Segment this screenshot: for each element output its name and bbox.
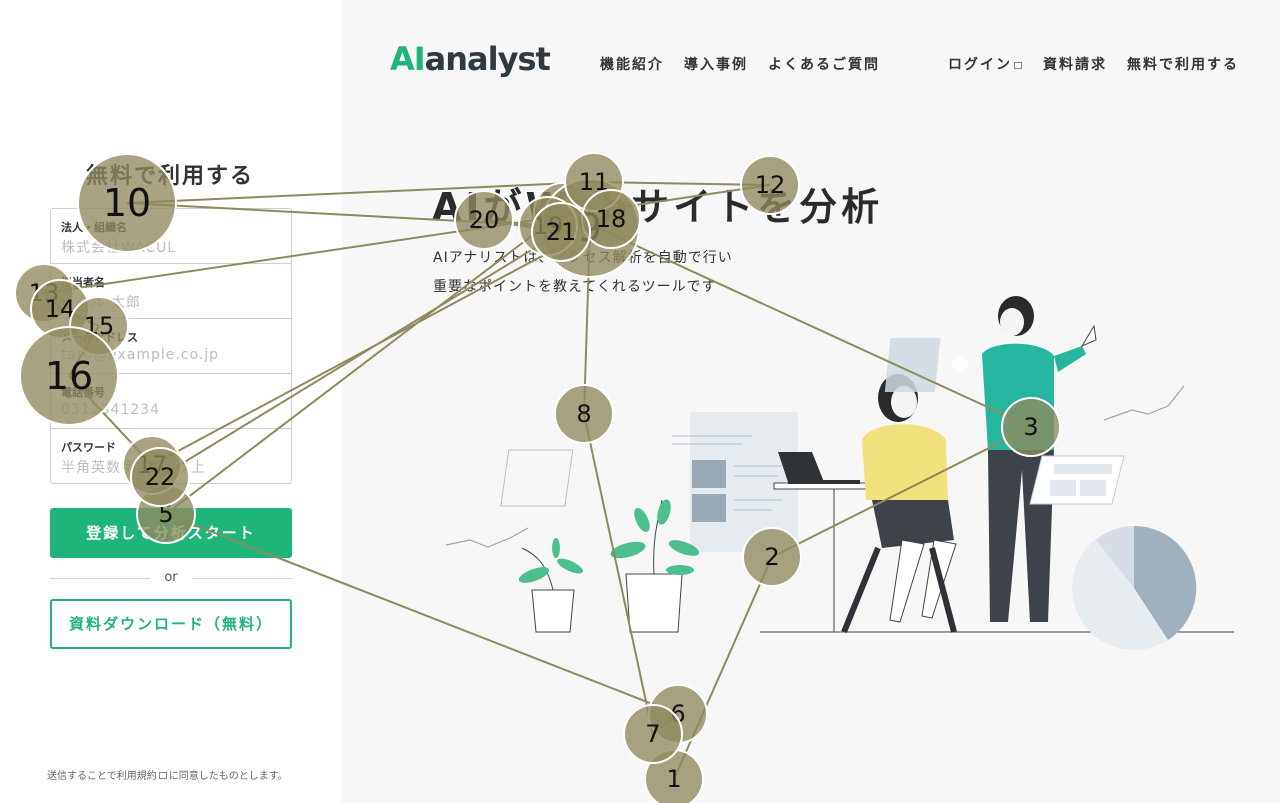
start-analysis-button[interactable]: 登録して分析スタート <box>50 508 292 558</box>
signup-form: 法人・組織名 株式会社WACUL 担当者名 ワクル 太郎 メールアドレス tar… <box>50 208 292 484</box>
nav-request-docs[interactable]: 資料請求 <box>1043 54 1107 74</box>
phone-label: 電話番号 <box>61 386 105 399</box>
hero-subtitle-1: AIアナリストは、アクセス解析を自動で行い <box>433 250 733 266</box>
hero-illustration <box>445 296 1234 650</box>
external-link-icon <box>158 772 167 779</box>
grid-decoration-icon <box>500 449 574 507</box>
password-label: パスワード <box>61 441 116 454</box>
dashboard-screen-icon <box>672 412 798 552</box>
nav-case-studies[interactable]: 導入事例 <box>684 54 748 74</box>
email-placeholder: taro@example.co.jp <box>61 347 220 363</box>
nav-login[interactable]: ログイン <box>948 54 1024 74</box>
terms-link[interactable]: 利用規約 <box>117 771 157 782</box>
signup-panel: 無料で利用する 法人・組織名 株式会社WACUL 担当者名 ワクル 太郎 メール… <box>0 0 342 803</box>
person-name-field[interactable]: 担当者名 ワクル 太郎 <box>51 264 291 319</box>
ai-analyst-logo[interactable]: AIanalyst <box>390 40 551 78</box>
report-card-icon <box>1029 455 1125 505</box>
external-link-icon <box>1014 62 1022 69</box>
phone-placeholder: 0312341234 <box>61 402 161 418</box>
or-label: or <box>164 570 178 585</box>
nav-faq[interactable]: よくあるご質問 <box>768 54 880 74</box>
email-field[interactable]: メールアドレス taro@example.co.jp <box>51 319 291 374</box>
pie-chart-icon <box>1072 525 1197 650</box>
password-field[interactable]: パスワード 半角英数字8文字以上 <box>51 429 291 484</box>
login-label: ログイン <box>948 57 1012 73</box>
nav-features[interactable]: 機能紹介 <box>600 54 664 74</box>
hero-section: AIanalyst 機能紹介 導入事例 よくあるご質問 ログイン 資料請求 無料… <box>342 0 1280 803</box>
terms-prefix: 送信することで <box>47 771 117 782</box>
download-button[interactable]: 資料ダウンロード（無料） <box>50 599 292 649</box>
company-placeholder: 株式会社WACUL <box>61 240 177 256</box>
plant-small-icon <box>518 538 583 633</box>
nav-free-trial[interactable]: 無料で利用する <box>1127 54 1239 74</box>
email-label: メールアドレス <box>61 331 138 344</box>
plant-large-icon <box>610 499 700 633</box>
terms-suffix: に同意したものとします。 <box>168 771 288 782</box>
company-field[interactable]: 法人・組織名 株式会社WACUL <box>51 209 291 264</box>
form-title: 無料で利用する <box>85 164 254 189</box>
password-placeholder: 半角英数字8文字以上 <box>61 460 206 476</box>
person-name-placeholder: ワクル 太郎 <box>61 295 142 311</box>
hero-subtitle-2: 重要なポイントを教えてくれるツールです <box>433 279 717 295</box>
phone-field[interactable]: 電話番号 0312341234 <box>51 374 291 429</box>
terms-notice: 送信することで利用規約 に同意したものとします。 <box>47 767 288 782</box>
company-label: 法人・組織名 <box>61 221 127 234</box>
hero-title: AIがWebサイトを分析 <box>432 185 884 229</box>
person-name-label: 担当者名 <box>61 276 105 289</box>
woman-figure-icon <box>841 374 957 634</box>
or-divider: or <box>50 568 292 588</box>
logo-ai: AI <box>390 40 426 78</box>
logo-rest: analyst <box>424 40 551 78</box>
